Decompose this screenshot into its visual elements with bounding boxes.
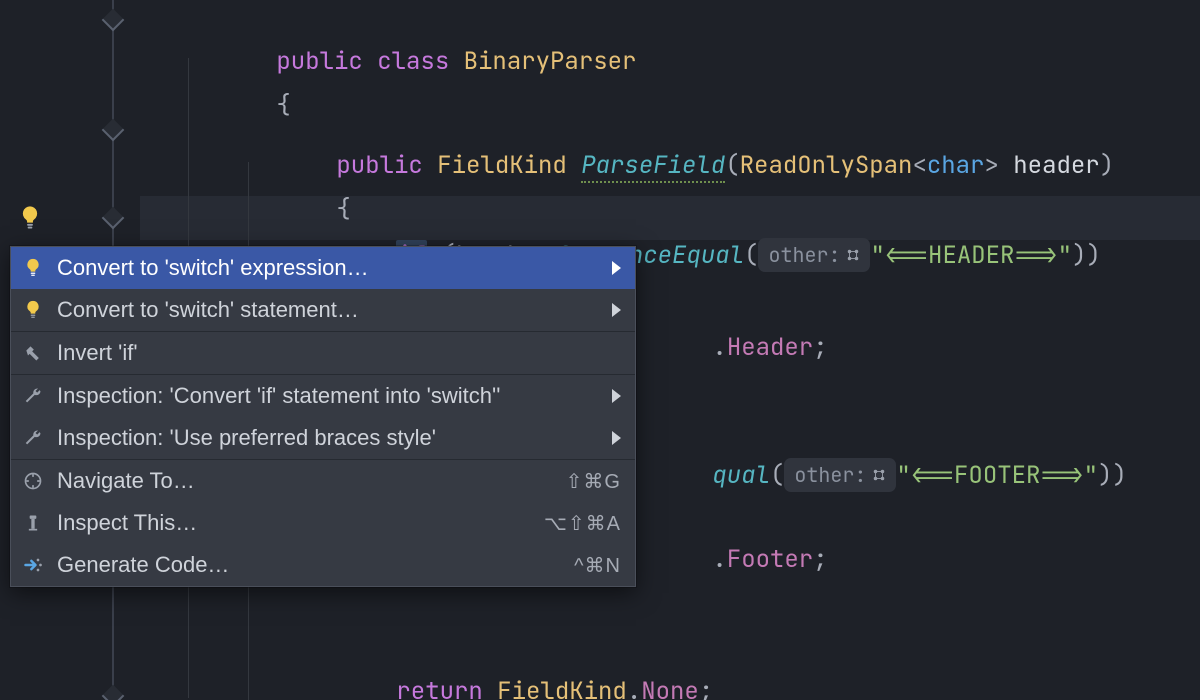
code-line[interactable]: return FieldKind.None; [310, 644, 713, 676]
inlay-hint-icon [846, 248, 860, 262]
popup-item-label: Inspection: 'Convert 'if' statement into… [57, 383, 600, 409]
code-line[interactable]: public FieldKind ParseField(ReadOnlySpan… [250, 118, 1114, 150]
enum-value: Header [727, 332, 813, 363]
bulb-yellow-icon [21, 256, 45, 280]
popup-item[interactable]: Inspect This… ⌥⇧⌘A [11, 502, 635, 544]
popup-item[interactable]: Generate Code… ^⌘N [11, 544, 635, 586]
type-name: FieldKind [497, 676, 627, 700]
popup-item-shortcut: ⌥⇧⌘A [544, 511, 621, 536]
code-line[interactable]: } [250, 686, 351, 700]
keyword-class: class [377, 46, 449, 77]
popup-item[interactable]: Inspection: 'Use preferred braces style' [11, 417, 635, 459]
intention-bulb-icon[interactable] [16, 204, 44, 232]
popup-item-label: Invert 'if' [57, 340, 621, 366]
submenu-arrow-icon [612, 303, 621, 317]
popup-item-shortcut: ⇧⌘G [566, 469, 621, 494]
popup-item-label: Navigate To… [57, 468, 554, 494]
popup-item[interactable]: Navigate To… ⇧⌘G [11, 460, 635, 502]
inlay-param-hint: other: [758, 238, 870, 272]
method-call-tail: qual [712, 460, 770, 491]
inspect-icon [21, 511, 45, 535]
type-name: ReadOnlySpan [740, 150, 913, 181]
bulb-yellow-icon [21, 298, 45, 322]
popup-item-label: Inspection: 'Use preferred braces style' [57, 425, 600, 451]
wrench-icon [21, 426, 45, 450]
popup-item[interactable]: Inspection: 'Convert 'if' statement into… [11, 375, 635, 417]
fold-handle-icon[interactable] [102, 9, 125, 32]
submenu-arrow-icon [612, 431, 621, 445]
popup-item[interactable]: Convert to 'switch' statement… [11, 289, 635, 331]
enum-value: Footer [727, 544, 813, 575]
keyword-return: return [396, 676, 482, 700]
code-line[interactable]: qual(other:"<==FOOTER==>")) [626, 426, 1127, 458]
popup-item-label: Generate Code… [57, 552, 562, 578]
code-editor[interactable]: public class BinaryParser { public Field… [0, 0, 1200, 700]
popup-item[interactable]: Invert 'if' [11, 332, 635, 374]
intention-popup[interactable]: Convert to 'switch' expression… Convert t… [10, 246, 636, 587]
inlay-hint-icon [872, 468, 886, 482]
generate-icon [21, 553, 45, 577]
code-line[interactable]: { [250, 162, 351, 194]
type-arg: char [927, 150, 985, 181]
type-name: BinaryParser [464, 46, 637, 77]
popup-item-label: Inspect This… [57, 510, 532, 536]
submenu-arrow-icon [612, 261, 621, 275]
wrench-icon [21, 384, 45, 408]
code-line[interactable]: .Footer; [626, 512, 828, 544]
code-line[interactable]: public class BinaryParser [190, 14, 636, 46]
popup-item-shortcut: ^⌘N [574, 553, 621, 578]
popup-item-label: Convert to 'switch' expression… [57, 255, 600, 281]
string-literal: "<==HEADER==>" [870, 240, 1072, 271]
brace-open: { [276, 90, 290, 121]
param-name: header [1013, 150, 1099, 181]
fold-handle-icon[interactable] [102, 685, 125, 700]
code-line[interactable]: .Header; [626, 300, 828, 332]
inlay-param-hint: other: [784, 458, 896, 492]
type-name: FieldKind [437, 150, 567, 181]
compass-icon [21, 469, 45, 493]
enum-value: None [641, 676, 699, 700]
method-name: ParseField [581, 150, 725, 183]
popup-item[interactable]: Convert to 'switch' expression… [11, 247, 635, 289]
fold-handle-icon[interactable] [102, 119, 125, 142]
code-line[interactable]: if (header.SequenceEqual(other:"<==HEADE… [310, 206, 1101, 238]
popup-item-label: Convert to 'switch' statement… [57, 297, 600, 323]
hammer-icon [21, 341, 45, 365]
fold-handle-icon[interactable] [102, 207, 125, 230]
string-literal: "<==FOOTER==>" [896, 460, 1098, 491]
code-line[interactable]: { [190, 58, 291, 90]
submenu-arrow-icon [612, 389, 621, 403]
